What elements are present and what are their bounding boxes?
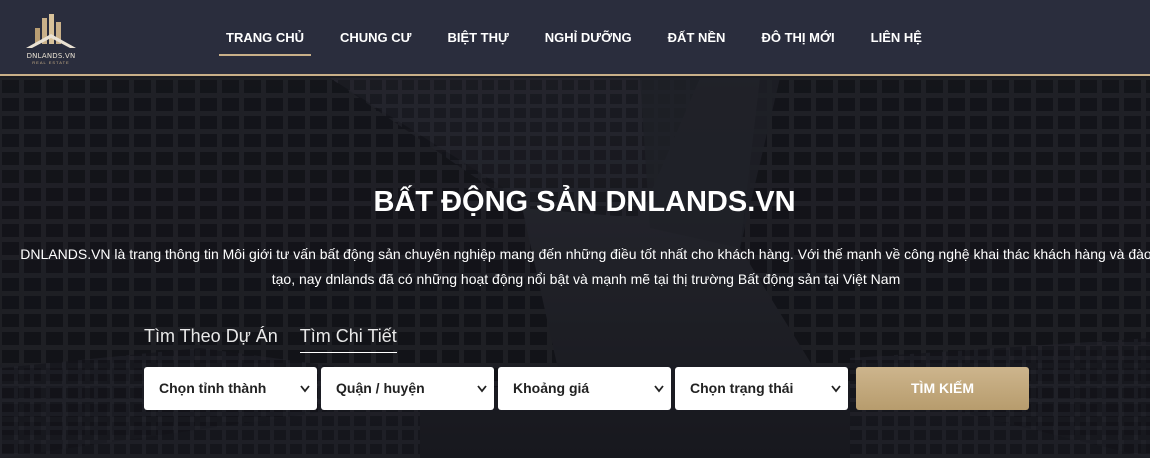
tab-tim-chi-tiet[interactable]: Tìm Chi Tiết [299, 323, 397, 353]
site-header: DNLANDS.VN REAL ESTATE TRANG CHỦ CHUNG C… [0, 0, 1150, 76]
nav-item-chung-cu[interactable]: CHUNG CƯ [322, 0, 429, 76]
status-select[interactable]: Chọn trạng thái [675, 367, 848, 410]
chevron-down-icon [300, 385, 310, 393]
hero-title: BẤT ĐỘNG SẢN DNLANDS.VN [373, 186, 796, 218]
search-tabs: Tìm Theo Dự Án Tìm Chi Tiết [144, 323, 419, 353]
search-button[interactable]: TÌM KIẾM [856, 367, 1029, 410]
nav-item-trang-chu[interactable]: TRANG CHỦ [208, 0, 322, 76]
search-form: Chọn tỉnh thành Quận / huyện Khoảng giá … [144, 367, 1029, 411]
chevron-down-icon [654, 385, 664, 393]
province-select-value: Chọn tỉnh thành [159, 380, 267, 396]
main-nav: TRANG CHỦ CHUNG CƯ BIỆT THỰ NGHỈ DƯỠNG Đ… [208, 0, 940, 76]
nav-item-do-thi-moi[interactable]: ĐÔ THỊ MỚI [743, 0, 852, 76]
province-select[interactable]: Chọn tỉnh thành [144, 367, 317, 410]
hero-banner: BẤT ĐỘNG SẢN DNLANDS.VN DNLANDS.VN là tr… [0, 78, 1150, 458]
nav-item-lien-he[interactable]: LIÊN HỆ [853, 0, 940, 76]
status-select-value: Chọn trạng thái [690, 380, 794, 396]
nav-item-nghi-duong[interactable]: NGHỈ DƯỠNG [527, 0, 650, 76]
nav-item-dat-nen[interactable]: ĐẤT NỀN [650, 0, 744, 76]
hero-description: DNLANDS.VN là trang thông tin Môi giới t… [20, 246, 1150, 287]
logo[interactable]: DNLANDS.VN REAL ESTATE [22, 12, 80, 66]
logo-buildings-icon [26, 14, 76, 48]
logo-subtext: REAL ESTATE [32, 60, 70, 65]
tab-tim-theo-du-an[interactable]: Tìm Theo Dự Án [144, 323, 278, 353]
price-select[interactable]: Khoảng giá [498, 367, 671, 410]
nav-item-biet-thu[interactable]: BIỆT THỰ [429, 0, 526, 76]
chevron-down-icon [477, 385, 487, 393]
logo-text: DNLANDS.VN [26, 52, 76, 60]
district-select-value: Quận / huyện [336, 380, 425, 396]
district-select[interactable]: Quận / huyện [321, 367, 494, 410]
price-select-value: Khoảng giá [513, 380, 590, 396]
chevron-down-icon [831, 385, 841, 393]
